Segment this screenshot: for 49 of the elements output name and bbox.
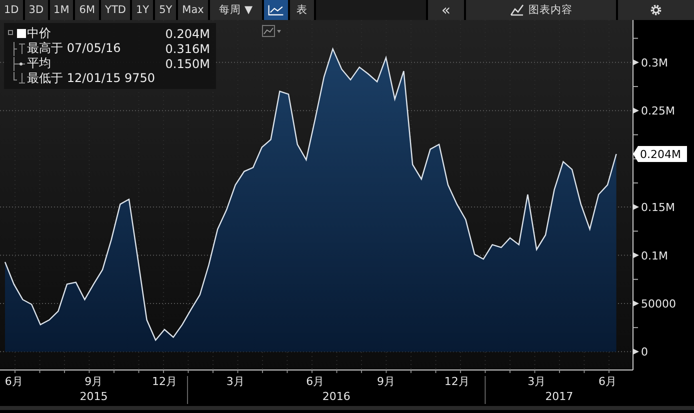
chart-content-button[interactable]: 图表内容 [466, 0, 616, 20]
average-marker-icon [13, 56, 26, 70]
y-axis-label: 0.25M [641, 104, 675, 118]
y-axis-label: 0.15M [641, 201, 675, 214]
x-axis-label: 6月 [4, 375, 23, 388]
period-button[interactable]: 6M [75, 0, 100, 20]
frequency-dropdown[interactable]: 每周 ▼ [210, 0, 262, 20]
legend-value: 0.204M [165, 26, 210, 40]
x-axis-label: 9月 [84, 375, 103, 388]
y-axis-label: 0 [641, 346, 648, 359]
series-marker-icon [8, 26, 26, 40]
y-axis-label: 50000 [641, 297, 676, 310]
year-label: 2015 [80, 390, 108, 403]
settings-button[interactable] [618, 0, 694, 20]
chart-icon [510, 4, 524, 16]
legend-value: 0.150M [165, 56, 210, 70]
x-axis-label: 12月 [444, 375, 470, 388]
year-label: 2017 [545, 390, 574, 403]
x-axis-label: 6月 [598, 375, 616, 388]
period-button[interactable]: 1M [50, 0, 74, 20]
legend-label: 中价 [27, 25, 51, 42]
x-axis-label: 3月 [528, 375, 546, 388]
y-axis-label: 0.1M [641, 249, 668, 262]
period-button[interactable]: 5Y [155, 0, 176, 20]
x-axis-label: 12月 [152, 375, 177, 388]
x-axis-label: 6月 [306, 375, 324, 388]
chart-type-dropdown[interactable] [262, 24, 284, 38]
period-button[interactable]: 1D [0, 0, 23, 20]
legend-label: 最低于 12/01/15 9750 [27, 70, 156, 87]
collapse-button[interactable]: « [428, 0, 464, 20]
legend-label: 最高于 07/05/16 [27, 40, 121, 57]
line-chart-icon [262, 25, 282, 37]
chart-view-tab[interactable] [264, 0, 288, 20]
period-button[interactable]: 3D [24, 0, 48, 20]
x-axis-label: 3月 [226, 375, 244, 388]
line-chart-icon [268, 3, 284, 17]
settings-icon [650, 4, 662, 16]
y-axis-label: 0.3M [641, 56, 668, 70]
year-label: 2016 [322, 390, 350, 403]
low-marker-icon [13, 72, 26, 86]
legend-value: 0.316M [165, 42, 210, 56]
table-view-tab[interactable]: 表 [290, 0, 314, 20]
high-marker-icon [13, 42, 26, 56]
last-value-tag: 0.204M [633, 146, 687, 162]
period-button[interactable]: 1Y [132, 0, 154, 20]
x-axis-label: 9月 [376, 375, 395, 388]
legend-label: 平均 [27, 55, 51, 72]
period-button[interactable]: Max [178, 0, 208, 20]
period-button[interactable]: YTD [101, 0, 130, 20]
